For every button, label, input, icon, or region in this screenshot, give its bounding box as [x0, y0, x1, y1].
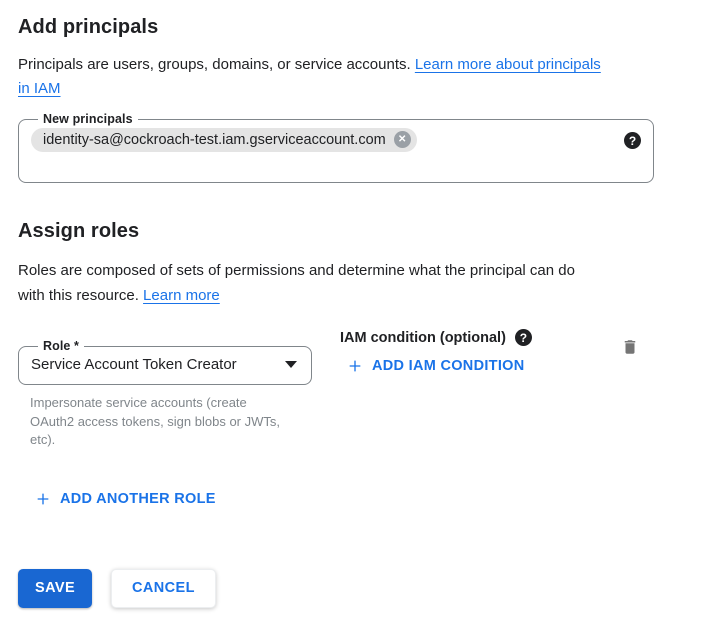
new-principals-field[interactable]: New principals identity-sa@cockroach-tes…	[18, 112, 654, 183]
iam-condition-label: IAM condition (optional)	[340, 330, 506, 346]
plus-icon	[35, 491, 51, 507]
role-helper-text: Impersonate service accounts (create OAu…	[30, 394, 288, 450]
iam-condition-column: IAM condition (optional) ? ADD IAM CONDI…	[340, 328, 532, 379]
role-select[interactable]: Role * Service Account Token Creator	[18, 339, 312, 385]
chip-remove-icon[interactable]: ✕	[394, 131, 411, 148]
new-principals-field-row: identity-sa@cockroach-test.iam.gservicea…	[31, 128, 641, 152]
learn-more-roles-link[interactable]: Learn more	[143, 287, 220, 304]
principals-description: Principals are users, groups, domains, o…	[18, 53, 686, 101]
principal-chip: identity-sa@cockroach-test.iam.gservicea…	[31, 128, 417, 152]
add-another-role-button[interactable]: ADD ANOTHER ROLE	[35, 491, 216, 507]
new-principals-help-icon[interactable]: ?	[624, 132, 641, 149]
delete-role-button[interactable]	[621, 337, 639, 360]
iam-condition-label-row: IAM condition (optional) ?	[340, 329, 532, 346]
cancel-button[interactable]: CANCEL	[111, 569, 216, 608]
role-row: Role * Service Account Token Creator Imp…	[18, 328, 695, 450]
trash-icon	[621, 337, 639, 357]
assign-roles-title: Assign roles	[18, 220, 695, 243]
role-column: Role * Service Account Token Creator Imp…	[18, 328, 312, 450]
iam-condition-help-icon[interactable]: ?	[515, 329, 532, 346]
role-selected-value: Service Account Token Creator	[31, 356, 237, 373]
principals-description-text: Principals are users, groups, domains, o…	[18, 56, 415, 73]
assign-roles-description: Roles are composed of sets of permission…	[18, 258, 686, 308]
role-label: Role *	[38, 339, 84, 353]
save-button[interactable]: SAVE	[18, 569, 92, 608]
new-principals-label: New principals	[38, 112, 138, 126]
add-principals-panel: Add principals Principals are users, gro…	[0, 0, 713, 608]
dropdown-arrow-icon	[285, 361, 297, 368]
page-title: Add principals	[18, 16, 695, 39]
principal-chip-text: identity-sa@cockroach-test.iam.gservicea…	[43, 132, 386, 148]
dialog-actions: SAVE CANCEL	[18, 569, 695, 608]
plus-icon	[347, 358, 363, 374]
role-value-row: Service Account Token Creator	[31, 356, 299, 373]
add-iam-condition-button[interactable]: ADD IAM CONDITION	[347, 358, 525, 374]
